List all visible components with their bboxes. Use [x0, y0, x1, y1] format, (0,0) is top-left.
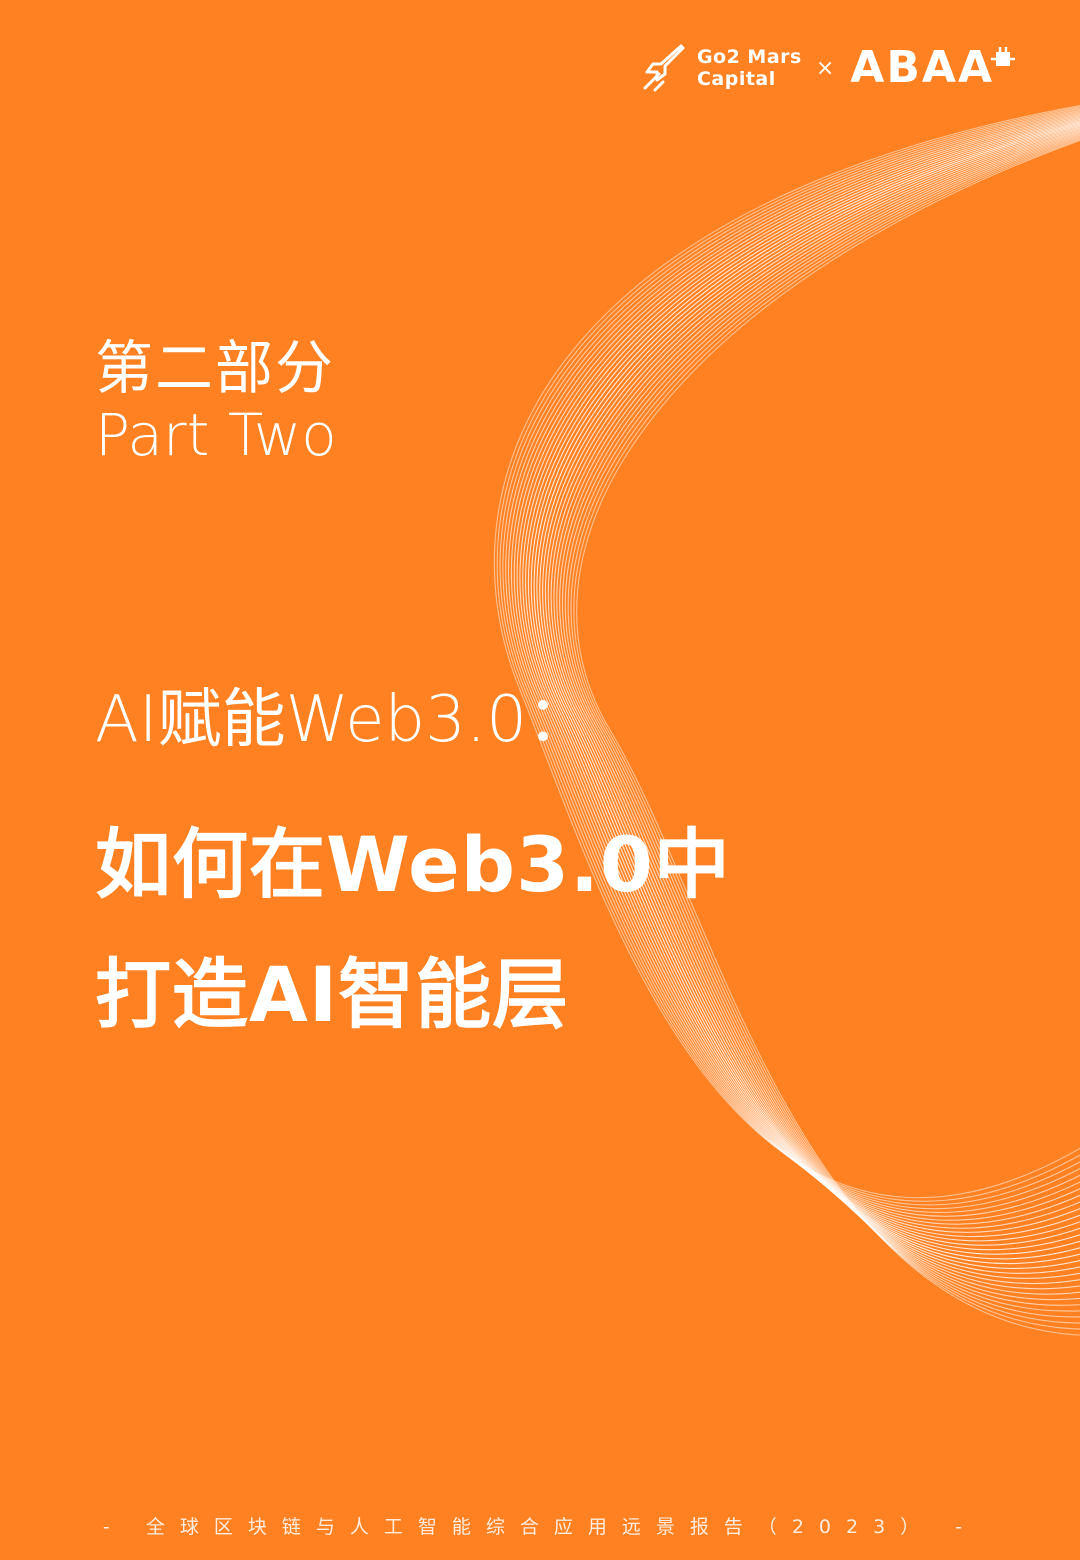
abaa-wordmark: ABAA: [850, 42, 994, 93]
main-title: 如何在Web3.0中 打造AI智能层: [95, 800, 731, 1060]
rocket-icon: [643, 44, 685, 92]
section-label-en: Part Two: [95, 401, 337, 469]
footer-report-name: - 全球区块链与人工智能综合应用远景报告（2023） -: [102, 1516, 978, 1538]
wave-line-decoration: [0, 0, 1080, 1560]
title-line-2: 打造AI智能层: [95, 950, 570, 1039]
abaa-logo: ABAA: [850, 43, 1018, 93]
subtitle: AI赋能Web3.0：: [95, 683, 591, 757]
go2mars-capital-logo: Go2 Mars Capital: [697, 46, 802, 90]
header-logos: Go2 Mars Capital × ABAA: [641, 40, 1018, 96]
chip-icon: [991, 47, 1015, 66]
logo-separator: ×: [815, 55, 835, 81]
go2mars-line1: Go2 Mars: [696, 46, 802, 68]
go2mars-line2: Capital: [696, 68, 776, 90]
section-label-zh: 第二部分: [95, 334, 336, 402]
background: [0, 0, 1080, 1560]
title-line-1: 如何在Web3.0中: [95, 820, 731, 909]
report-chapter-cover: Go2 Mars Capital × ABAA 第二部分 Part Two AI…: [0, 0, 1080, 1560]
